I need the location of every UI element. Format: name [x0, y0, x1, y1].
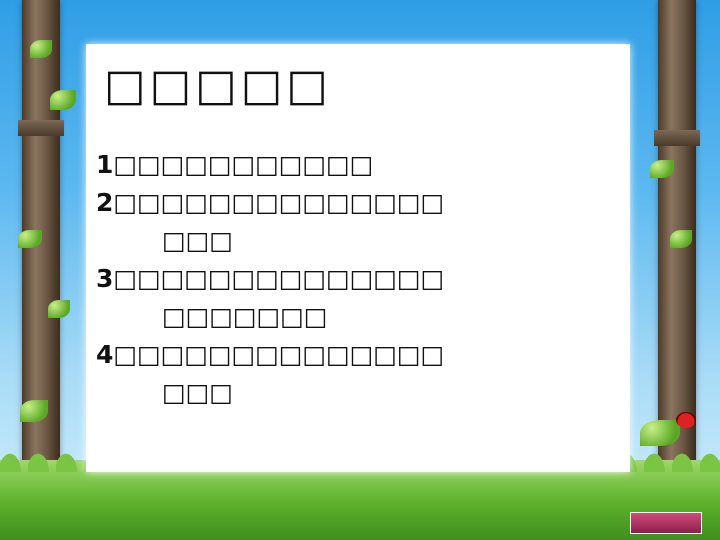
item-text: □□□□□□□□□□□□□□	[113, 188, 445, 217]
grass-ground	[0, 442, 720, 540]
leaf-decoration	[650, 160, 674, 178]
leaf-decoration	[50, 90, 76, 110]
item-number: 1	[96, 150, 114, 179]
ladybug-icon	[676, 412, 696, 428]
leaf-decoration	[18, 230, 42, 248]
slide-title: □□□□□	[104, 60, 332, 111]
watermark-logo	[630, 512, 702, 534]
post-band	[18, 120, 64, 136]
leaf-decoration	[30, 40, 52, 58]
item-continuation: □□□□□□□	[162, 302, 328, 331]
leaf-decoration	[20, 400, 48, 422]
item-continuation: □□□	[162, 378, 233, 407]
item-number: 4	[96, 340, 114, 369]
list-item: 1□□□□□□□□□□□	[96, 146, 616, 184]
item-text: □□□□□□□□□□□□□□	[113, 264, 445, 293]
leaf-decoration	[670, 230, 692, 248]
list-item: 4□□□□□□□□□□□□□□ □□□	[96, 336, 616, 412]
list-item: 2□□□□□□□□□□□□□□ □□□	[96, 184, 616, 260]
list-item: 3□□□□□□□□□□□□□□ □□□□□□□	[96, 260, 616, 336]
left-wooden-post	[18, 0, 64, 510]
item-text: □□□□□□□□□□□□□□	[113, 340, 445, 369]
item-continuation: □□□	[162, 226, 233, 255]
item-text: □□□□□□□□□□□	[113, 150, 374, 179]
post-band	[654, 130, 700, 146]
item-number: 2	[96, 188, 114, 217]
leaf-decoration	[48, 300, 70, 318]
item-number: 3	[96, 264, 114, 293]
item-list: 1□□□□□□□□□□□ 2□□□□□□□□□□□□□□ □□□ 3□□□□□□…	[96, 146, 616, 412]
